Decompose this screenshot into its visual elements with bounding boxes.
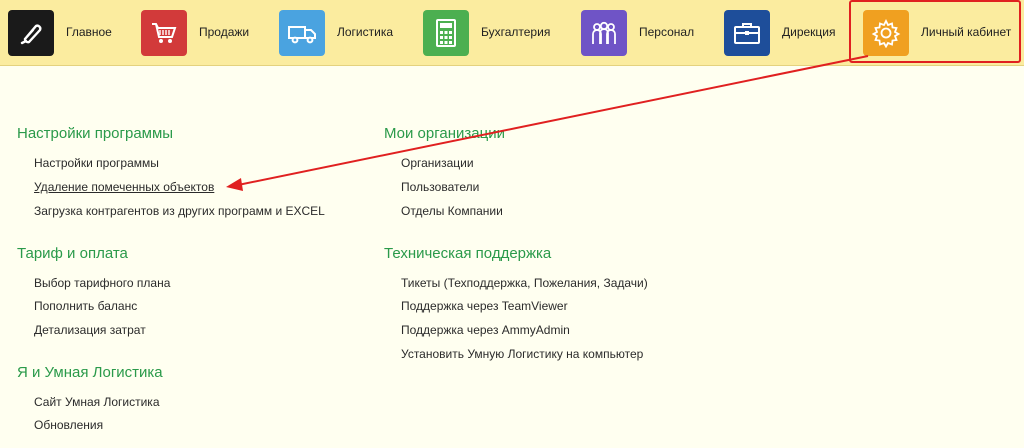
personal-cabinet-highlight-box	[849, 0, 1021, 63]
link-ammyadmin-support[interactable]: Поддержка через AmmyAdmin	[401, 323, 570, 337]
section-title-my-organizations: Мои организации	[384, 125, 505, 142]
link-expense-details[interactable]: Детализация затрат	[34, 323, 146, 337]
link-users[interactable]: Пользователи	[401, 180, 479, 194]
link-program-settings[interactable]: Настройки программы	[34, 156, 159, 170]
link-updates[interactable]: Обновления	[34, 418, 103, 432]
nav-label-main: Главное	[66, 25, 112, 39]
link-install-locally[interactable]: Установить Умную Логистику на компьютер	[401, 347, 643, 361]
briefcase-icon	[724, 10, 770, 56]
pen-logo-icon	[8, 10, 54, 56]
link-smart-logistics-site[interactable]: Сайт Умная Логистика	[34, 395, 160, 409]
nav-label-personnel: Персонал	[639, 25, 695, 39]
link-company-departments[interactable]: Отделы Компании	[401, 204, 503, 218]
nav-label-accounting: Бухгалтерия	[481, 25, 551, 39]
nav-label-logistics: Логистика	[337, 25, 394, 39]
nav-label-sales: Продажи	[199, 25, 250, 39]
link-organizations[interactable]: Организации	[401, 156, 474, 170]
truck-icon	[279, 10, 325, 56]
calculator-icon	[423, 10, 469, 56]
people-icon	[581, 10, 627, 56]
link-top-up-balance[interactable]: Пополнить баланс	[34, 299, 137, 313]
section-title-smart-logistics: Я и Умная Логистика	[17, 364, 163, 381]
link-choose-tariff[interactable]: Выбор тарифного плана	[34, 276, 170, 290]
section-title-tariff: Тариф и оплата	[17, 245, 128, 262]
link-delete-marked-objects[interactable]: Удаление помеченных объектов	[34, 180, 214, 194]
section-title-settings: Настройки программы	[17, 125, 174, 142]
link-tickets[interactable]: Тикеты (Техподдержка, Пожелания, Задачи)	[401, 276, 648, 290]
nav-label-direction: Дирекция	[782, 25, 836, 39]
section-title-tech-support: Техническая поддержка	[384, 245, 552, 262]
link-teamviewer-support[interactable]: Поддержка через TeamViewer	[401, 299, 568, 313]
shopping-cart-icon	[141, 10, 187, 56]
link-import-counterparties[interactable]: Загрузка контрагентов из других программ…	[34, 204, 325, 218]
